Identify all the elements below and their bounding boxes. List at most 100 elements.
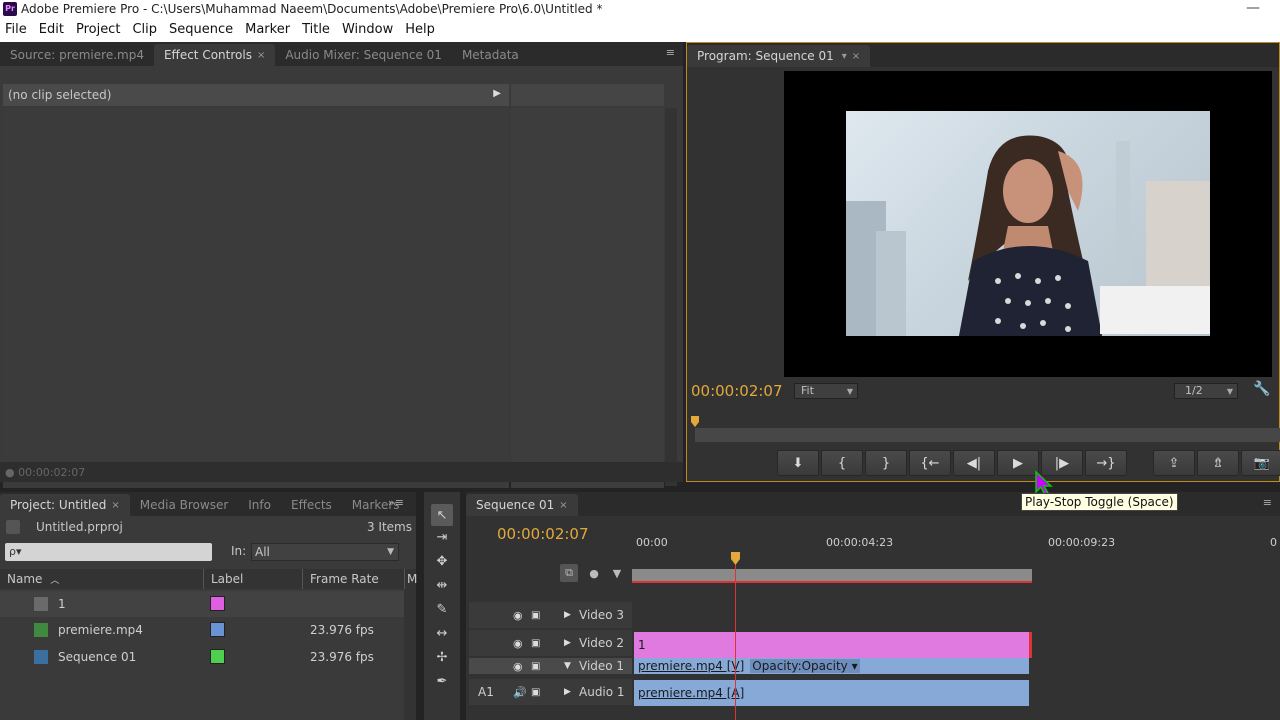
- clip-audio1[interactable]: premiere.mp4 [A]: [634, 680, 1029, 706]
- track-video-3[interactable]: ◉ ▣ ▶ Video 3: [469, 602, 632, 628]
- panel-menu-icon[interactable]: ≡: [666, 46, 675, 59]
- mark-in-button[interactable]: {: [821, 450, 863, 476]
- timeline-playhead[interactable]: [730, 552, 741, 566]
- column-name[interactable]: Name ︿: [0, 569, 204, 589]
- track-video-2[interactable]: ◉ ▣ ▶ Video 2: [469, 630, 632, 656]
- ripple-edit-tool[interactable]: ✥: [431, 550, 453, 572]
- project-scrollbar[interactable]: [404, 589, 416, 720]
- pen-tool[interactable]: ✒: [431, 670, 453, 692]
- menu-clip[interactable]: Clip: [127, 22, 164, 37]
- menu-edit[interactable]: Edit: [34, 22, 71, 37]
- eye-icon[interactable]: ◉: [513, 660, 523, 673]
- woman-figure: [958, 135, 1103, 336]
- project-item-premiere-mp4[interactable]: premiere.mp4 23.976 fps: [0, 617, 405, 643]
- time-ruler[interactable]: 00:00 00:00:04:23 00:00:09:23 0: [634, 532, 1280, 554]
- menu-marker[interactable]: Marker: [240, 22, 297, 37]
- program-timecode[interactable]: 00:00:02:07: [691, 382, 783, 400]
- project-search-input[interactable]: ρ▾: [5, 543, 212, 561]
- timeline-timecode[interactable]: 00:00:02:07: [497, 525, 589, 543]
- speaker-icon[interactable]: 🔊: [513, 686, 527, 699]
- expand-triangle-icon[interactable]: ▶: [564, 638, 571, 648]
- in-filter-select[interactable]: All ▼: [251, 543, 399, 561]
- filmstrip-icon[interactable]: ▣: [531, 661, 540, 672]
- tab-audio-mixer[interactable]: Audio Mixer: Sequence 01: [275, 44, 452, 66]
- mark-out-button[interactable]: }: [865, 450, 907, 476]
- menu-project[interactable]: Project: [71, 22, 127, 37]
- tab-project[interactable]: Project: Untitled ×: [0, 494, 130, 516]
- eye-icon[interactable]: ◉: [513, 637, 523, 650]
- add-marker-button[interactable]: ⬇: [777, 450, 819, 476]
- expand-triangle-icon[interactable]: ▶: [564, 687, 571, 697]
- eye-icon[interactable]: ◉: [513, 609, 523, 622]
- filmstrip-icon[interactable]: ▣: [531, 687, 540, 698]
- add-marker-timeline-button[interactable]: ●: [585, 564, 603, 582]
- tab-media-browser[interactable]: Media Browser: [130, 494, 238, 516]
- menu-file[interactable]: File: [0, 22, 34, 37]
- track-video-1[interactable]: ◉ ▣ ▼ Video 1: [469, 658, 632, 674]
- effect-controls-list: [3, 108, 509, 488]
- tab-source[interactable]: Source: premiere.mp4: [0, 44, 154, 66]
- slide-tool[interactable]: ✢: [431, 646, 453, 668]
- project-item-1[interactable]: 1: [0, 591, 405, 617]
- program-tabs: Program: Sequence 01 ▾ ×: [687, 43, 1279, 67]
- column-media[interactable]: M: [405, 569, 417, 589]
- expand-triangle-icon[interactable]: ▶: [564, 610, 571, 620]
- step-back-button[interactable]: ◀|: [953, 450, 995, 476]
- tab-effects[interactable]: Effects: [281, 494, 342, 516]
- timeline-playhead-line[interactable]: [735, 554, 736, 720]
- label-color-swatch[interactable]: [210, 622, 225, 637]
- resolution-select[interactable]: 1/2: [1174, 383, 1238, 399]
- label-color-swatch[interactable]: [210, 596, 225, 611]
- program-video-display[interactable]: [784, 71, 1272, 377]
- lift-button[interactable]: ⇪: [1153, 450, 1195, 476]
- tab-sequence-01[interactable]: Sequence 01 ×: [466, 494, 578, 516]
- razor-tool[interactable]: ✎: [431, 598, 453, 620]
- audio-target-label[interactable]: A1: [478, 685, 494, 699]
- source-panel-tabs: Source: premiere.mp4 Effect Controls × Au…: [0, 42, 683, 66]
- clip-video2[interactable]: 1: [634, 632, 1032, 658]
- close-icon[interactable]: ×: [257, 50, 265, 61]
- label-color-swatch[interactable]: [210, 649, 225, 664]
- menu-title[interactable]: Title: [297, 22, 337, 37]
- menu-window[interactable]: Window: [337, 22, 400, 37]
- filmstrip-icon[interactable]: ▣: [531, 610, 540, 621]
- snap-button[interactable]: ⧉: [560, 564, 578, 582]
- effect-controls-scrollbar[interactable]: [665, 108, 677, 486]
- zoom-fit-select[interactable]: Fit: [794, 383, 858, 399]
- clip-video1[interactable]: premiere.mp4 [V] Opacity:Opacity ▾: [634, 658, 1029, 674]
- menu-help[interactable]: Help: [400, 22, 442, 37]
- expand-arrow-icon[interactable]: ▶: [493, 88, 501, 99]
- set-marker-button[interactable]: ▼: [608, 564, 626, 582]
- go-to-out-button[interactable]: →}: [1085, 450, 1127, 476]
- panel-menu-icon[interactable]: ≡: [1263, 496, 1272, 509]
- close-icon[interactable]: ×: [111, 500, 119, 511]
- tools-panel: ↖ ⇥ ✥ ⇹ ✎ ↔ ✢ ✒: [424, 492, 460, 720]
- work-area-bar[interactable]: [632, 569, 1032, 583]
- track-audio-1[interactable]: A1 🔊 ▣ ▶ Audio 1: [469, 679, 632, 705]
- project-item-sequence-01[interactable]: Sequence 01 23.976 fps: [0, 644, 405, 670]
- panel-menu-icon[interactable]: »≡: [388, 496, 404, 509]
- go-to-in-button[interactable]: {←: [909, 450, 951, 476]
- selection-tool[interactable]: ↖: [431, 504, 453, 526]
- minimize-icon[interactable]: —: [1246, 0, 1260, 16]
- program-scrub-bar[interactable]: [695, 428, 1280, 442]
- column-label[interactable]: Label: [204, 569, 303, 589]
- slip-tool[interactable]: ↔: [431, 622, 453, 644]
- tab-info[interactable]: Info: [238, 494, 281, 516]
- wrench-icon[interactable]: 🔧: [1253, 381, 1270, 397]
- export-frame-button[interactable]: 📷: [1241, 450, 1280, 476]
- tab-program[interactable]: Program: Sequence 01 ▾ ×: [687, 45, 871, 67]
- track-select-tool[interactable]: ⇥: [431, 526, 453, 548]
- opacity-fx-dropdown[interactable]: Opacity:Opacity ▾: [750, 659, 860, 673]
- menu-sequence[interactable]: Sequence: [164, 22, 240, 37]
- tab-effect-controls[interactable]: Effect Controls ×: [153, 44, 276, 66]
- collapse-triangle-icon[interactable]: ▼: [564, 661, 571, 671]
- rate-stretch-tool[interactable]: ⇹: [431, 574, 453, 596]
- filmstrip-icon[interactable]: ▣: [531, 638, 540, 649]
- program-playhead[interactable]: [690, 416, 700, 428]
- column-frame-rate[interactable]: Frame Rate: [303, 569, 405, 589]
- extract-button[interactable]: ⇯: [1197, 450, 1239, 476]
- ruler-label: 00:00: [636, 536, 668, 549]
- tab-metadata[interactable]: Metadata: [452, 44, 529, 66]
- play-stop-button[interactable]: ▶: [997, 450, 1039, 476]
